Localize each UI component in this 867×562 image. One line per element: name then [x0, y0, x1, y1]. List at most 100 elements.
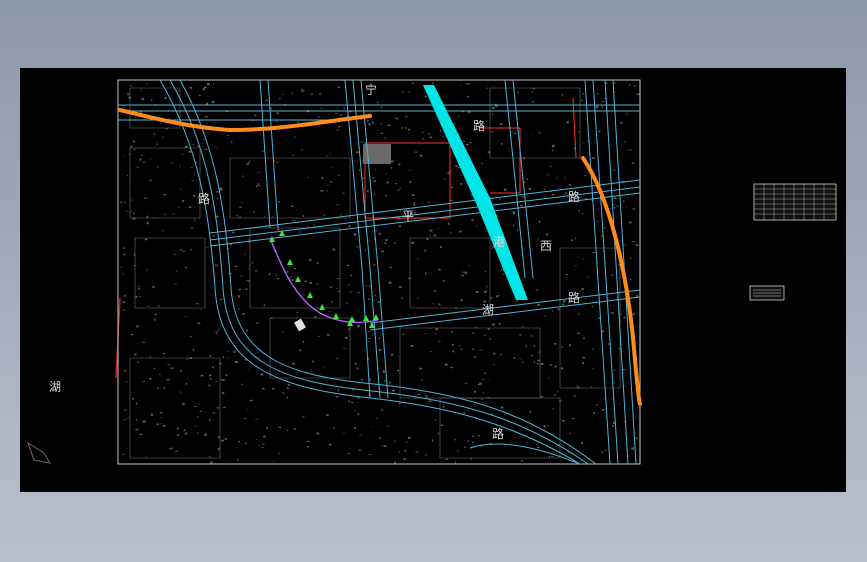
- texture-dot: [576, 385, 578, 386]
- texture-dot: [489, 338, 491, 340]
- texture-dot: [380, 106, 383, 108]
- texture-dot: [387, 245, 390, 247]
- texture-dot: [521, 460, 523, 462]
- texture-dot: [166, 379, 170, 381]
- texture-dot: [565, 273, 568, 276]
- texture-dot: [132, 140, 136, 143]
- texture-dot: [429, 229, 433, 232]
- texture-dot: [367, 120, 369, 122]
- texture-dot: [346, 302, 348, 305]
- texture-dot: [256, 352, 258, 353]
- texture-dot: [235, 360, 238, 363]
- texture-dot: [618, 403, 620, 405]
- texture-dot: [129, 153, 132, 155]
- legend-box[interactable]: [749, 285, 785, 301]
- texture-dot: [256, 185, 258, 188]
- texture-dot: [291, 92, 293, 95]
- texture-dot: [375, 229, 377, 232]
- cad-drawing-viewport[interactable]: 宁 路 平 港 路 西 路 湖 路 路 湖: [20, 68, 846, 492]
- texture-dot: [282, 94, 284, 95]
- texture-dot: [582, 258, 585, 260]
- texture-dot: [183, 429, 186, 432]
- texture-dot: [424, 249, 426, 252]
- texture-dot: [581, 288, 584, 291]
- texture-dot: [147, 305, 150, 307]
- texture-dot: [217, 448, 220, 451]
- texture-dot: [511, 131, 513, 133]
- texture-dot: [233, 351, 236, 353]
- texture-dot: [337, 278, 340, 279]
- texture-dot: [196, 302, 199, 305]
- texture-dot: [293, 267, 296, 270]
- texture-dot: [162, 230, 165, 232]
- texture-dot: [613, 207, 616, 209]
- texture-dot: [554, 343, 557, 345]
- texture-dot: [301, 149, 304, 151]
- texture-dot: [127, 175, 129, 177]
- texture-dot: [231, 231, 235, 234]
- texture-dot: [564, 193, 566, 195]
- texture-dot: [395, 183, 398, 185]
- texture-dot: [385, 173, 387, 175]
- texture-dot: [157, 166, 159, 168]
- texture-dot: [180, 249, 183, 251]
- texture-dot: [299, 349, 302, 352]
- texture-dot: [484, 271, 487, 272]
- texture-dot: [123, 419, 126, 421]
- texture-dot: [206, 83, 210, 86]
- texture-dot: [481, 163, 484, 165]
- texture-dot: [348, 284, 350, 286]
- texture-dot: [493, 364, 495, 366]
- texture-dot: [472, 435, 474, 437]
- texture-dot: [536, 446, 540, 448]
- texture-dot: [388, 281, 392, 284]
- texture-dot: [270, 107, 272, 110]
- texture-dot: [517, 91, 519, 94]
- texture-dot: [598, 130, 601, 133]
- texture-dot: [276, 161, 279, 163]
- texture-dot: [189, 86, 192, 89]
- texture-dot: [601, 451, 604, 453]
- texture-dot: [338, 253, 341, 254]
- texture-dot: [633, 85, 636, 88]
- texture-dot: [382, 445, 384, 447]
- texture-dot: [408, 91, 410, 93]
- texture-dot: [275, 274, 277, 276]
- texture-dot: [523, 284, 525, 286]
- legend-table[interactable]: [753, 183, 837, 221]
- texture-dot: [429, 136, 433, 139]
- texture-dot: [403, 458, 406, 460]
- texture-dot: [347, 453, 351, 454]
- texture-dot: [551, 194, 555, 196]
- texture-dot: [604, 227, 606, 229]
- texture-dot: [374, 193, 376, 196]
- texture-dot: [579, 196, 583, 198]
- texture-dot: [238, 441, 240, 443]
- site-plan-map[interactable]: 宁 路 平 港 路 西 路 湖 路 路 湖: [20, 68, 846, 492]
- texture-dot: [356, 246, 360, 248]
- texture-dot: [234, 265, 238, 268]
- texture-dot: [630, 257, 632, 260]
- texture-dot: [294, 136, 296, 138]
- texture-dot: [394, 242, 396, 245]
- texture-dot: [213, 83, 215, 85]
- texture-dot: [567, 388, 569, 390]
- texture-dot: [133, 148, 136, 150]
- texture-dot: [562, 419, 565, 422]
- texture-dot: [543, 315, 546, 317]
- texture-dot: [123, 309, 126, 311]
- texture-dot: [286, 397, 288, 399]
- texture-dot: [368, 123, 371, 126]
- texture-dot: [327, 334, 330, 336]
- texture-dot: [531, 101, 533, 103]
- texture-dot: [443, 178, 446, 180]
- texture-dot: [292, 220, 295, 221]
- texture-dot: [467, 440, 469, 442]
- texture-dot: [614, 82, 616, 84]
- texture-dot: [190, 227, 194, 229]
- texture-dot: [160, 423, 162, 425]
- alignment-marker: [319, 304, 325, 310]
- texture-dot: [237, 295, 241, 297]
- texture-dot: [453, 122, 456, 125]
- texture-dot: [346, 264, 350, 266]
